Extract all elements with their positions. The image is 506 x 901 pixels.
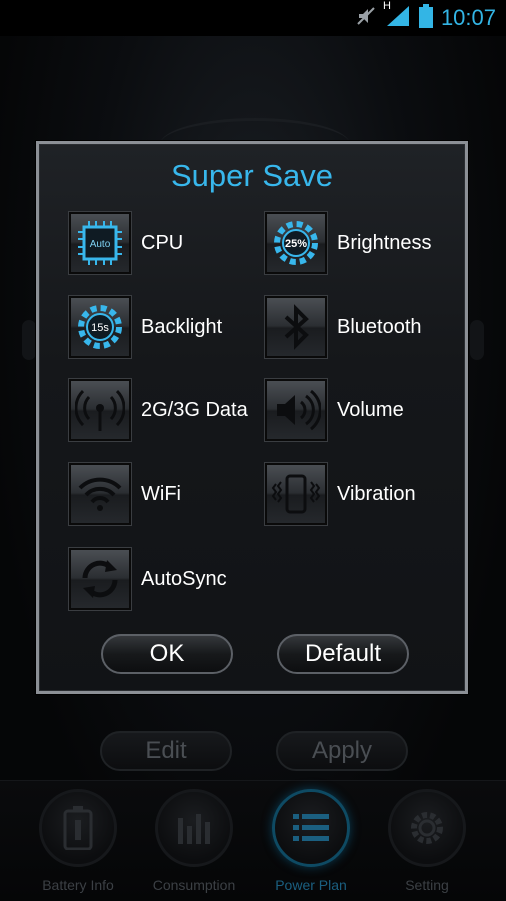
option-mobile-data[interactable]: 2G/3G Data (68, 377, 248, 443)
tab-label: Power Plan (275, 877, 347, 893)
brightness-icon[interactable]: 25% (264, 211, 328, 275)
brightness-icon-text: 25% (285, 238, 307, 250)
apply-button: Apply (276, 731, 408, 771)
option-bluetooth[interactable]: Bluetooth (264, 294, 422, 360)
option-wifi[interactable]: WiFi (68, 461, 181, 527)
super-save-dialog: Super Save Auto CPU 25% Brightness 15s B… (36, 141, 468, 694)
gear-icon (388, 789, 466, 867)
clock: 10:07 (440, 5, 496, 30)
tab-label: Consumption (152, 877, 236, 893)
default-button[interactable]: Default (277, 634, 409, 674)
option-label: Bluetooth (337, 315, 422, 338)
option-vibration[interactable]: Vibration (264, 461, 416, 527)
option-label: Vibration (337, 482, 416, 505)
bottom-tab-bar: Battery Info Consumption Power Plan Sett… (0, 780, 506, 901)
wifi-icon[interactable] (68, 462, 132, 526)
tab-battery-info: Battery Info (28, 789, 128, 893)
status-bar: H 10:07 (0, 0, 506, 36)
tab-label: Setting (405, 877, 449, 893)
option-brightness[interactable]: 25% Brightness (264, 210, 432, 276)
battery-status-icon (418, 3, 433, 33)
option-label: WiFi (141, 482, 181, 505)
signal-icon: H (383, 0, 411, 33)
tab-power-plan: Power Plan (261, 789, 361, 893)
option-label: AutoSync (141, 567, 227, 590)
tab-setting: Setting (377, 789, 477, 893)
tab-label: Battery Info (42, 877, 114, 893)
background-side-handle (22, 320, 36, 360)
option-backlight[interactable]: 15s Backlight (68, 294, 223, 360)
option-cpu[interactable]: Auto CPU (68, 210, 184, 276)
network-type-label: H (382, 0, 391, 12)
edit-button: Edit (100, 731, 232, 771)
bluetooth-icon[interactable] (264, 295, 328, 359)
mute-icon (355, 5, 377, 32)
bar-chart-icon (155, 789, 233, 867)
mobile-data-icon[interactable] (68, 378, 132, 442)
option-label: 2G/3G Data (141, 398, 248, 421)
option-autosync[interactable]: AutoSync (68, 546, 227, 612)
status-icons: H 10:07 (355, 0, 496, 33)
option-label: Volume (337, 398, 404, 421)
vibration-icon[interactable] (264, 462, 328, 526)
option-label: Backlight (141, 315, 223, 338)
ok-button[interactable]: OK (101, 634, 233, 674)
backlight-timer-icon[interactable]: 15s (68, 295, 132, 359)
option-label: CPU (141, 231, 184, 254)
option-volume[interactable]: Volume (264, 377, 404, 443)
sync-icon[interactable] (68, 547, 132, 611)
tab-consumption: Consumption (144, 789, 244, 893)
list-icon (272, 789, 350, 867)
volume-icon[interactable] (264, 378, 328, 442)
battery-icon (39, 789, 117, 867)
option-label: Brightness (337, 231, 432, 254)
cpu-icon-text: Auto (90, 239, 111, 250)
cpu-icon[interactable]: Auto (68, 211, 132, 275)
dialog-title: Super Save (171, 158, 333, 193)
background-side-handle (470, 320, 484, 360)
backlight-icon-text: 15s (91, 322, 109, 334)
